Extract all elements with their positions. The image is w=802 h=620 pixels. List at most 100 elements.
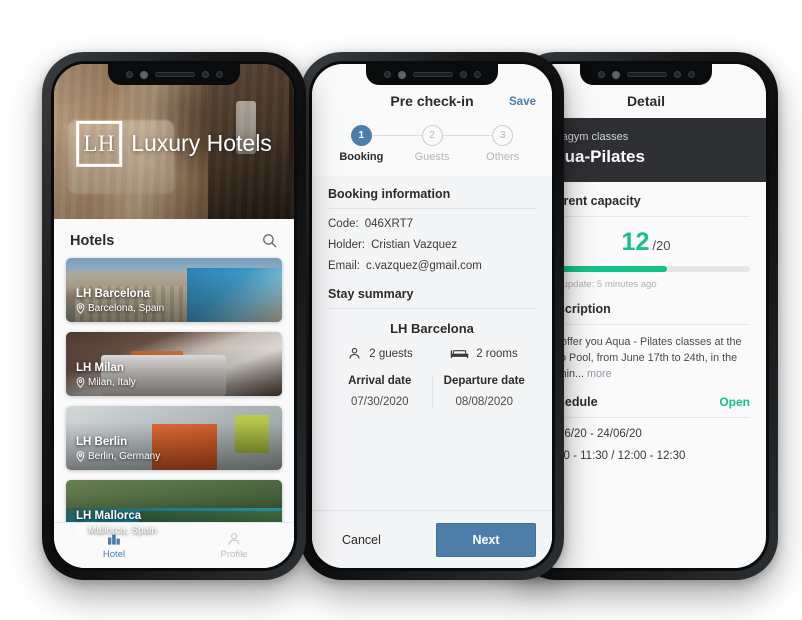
stay-summary-section: Stay summary LH Barcelona 2 guests 2 roo… bbox=[312, 272, 552, 408]
tab-label: Hotel bbox=[102, 549, 126, 560]
person-icon bbox=[228, 533, 240, 545]
stay-rooms: 2 rooms bbox=[432, 346, 536, 361]
step-label: Booking bbox=[339, 151, 384, 163]
activity-name: Aqua-Pilates bbox=[542, 147, 645, 166]
phone2-bezel: Pre check-in Save 1 Booking 2 Guests 3 O… bbox=[309, 61, 555, 571]
booking-information-section: Booking information Code: 046XRT7 Holder… bbox=[312, 176, 552, 272]
proximity-sensor-icon bbox=[201, 71, 209, 78]
brand-name: Luxury Hotels bbox=[131, 129, 272, 156]
brand-logo: LH Luxury Hotels bbox=[76, 120, 272, 167]
proximity-sensor-icon bbox=[673, 71, 681, 78]
front-camera-icon bbox=[397, 70, 406, 79]
cancel-button[interactable]: Cancel bbox=[328, 526, 395, 554]
list-item[interactable]: LH Berlin Berlin, Germany bbox=[66, 406, 282, 470]
step-booking[interactable]: 1 Booking bbox=[326, 125, 432, 163]
tab-profile[interactable]: Profile bbox=[174, 531, 294, 560]
description-section-title: Description bbox=[542, 302, 750, 325]
phone1-bezel: LH Luxury Hotels Hotels LH Barcelona Bar… bbox=[51, 61, 297, 571]
tab-label: Profile bbox=[220, 549, 248, 560]
hotel-location-row: Barcelona, Spain bbox=[76, 302, 164, 315]
booking-field-email: Email: c.vazquez@gmail.com bbox=[328, 251, 536, 272]
camera-sensor-icon bbox=[383, 71, 391, 78]
hotel-location: Mallorca, Spain bbox=[88, 525, 157, 536]
field-value: Cristian Vazquez bbox=[371, 239, 458, 251]
step-guests[interactable]: 2 Guests bbox=[397, 125, 503, 163]
search-icon[interactable] bbox=[261, 232, 278, 249]
field-value: 046XRT7 bbox=[364, 218, 414, 230]
phone3-notch bbox=[580, 64, 712, 85]
hotel-location: Barcelona, Spain bbox=[88, 303, 165, 314]
capacity-progress-bar bbox=[542, 266, 750, 272]
schedule-dates: 17/06/20 - 24/06/20 bbox=[542, 427, 642, 440]
phone1-screen: LH Luxury Hotels Hotels LH Barcelona Bar… bbox=[54, 64, 294, 568]
location-pin-icon bbox=[76, 525, 85, 536]
light-sensor-icon bbox=[473, 71, 481, 78]
earpiece-speaker-icon bbox=[626, 72, 667, 77]
mockup-stage: Detail Aquagym classes Aqua-Pilates Curr… bbox=[0, 0, 802, 620]
hotels-title: Hotels bbox=[70, 232, 115, 249]
list-item[interactable]: LH Barcelona Barcelona, Spain bbox=[66, 258, 282, 322]
page-title: Detail bbox=[626, 93, 666, 109]
capacity-section-title: Current capacity bbox=[542, 194, 750, 217]
departure-date-value: 08/08/2020 bbox=[455, 396, 514, 408]
capacity-total: /20 bbox=[652, 238, 671, 253]
capacity-readout: 12/20 bbox=[542, 228, 750, 257]
hotel-meta: LH Barcelona Barcelona, Spain bbox=[76, 287, 164, 315]
earpiece-speaker-icon bbox=[154, 72, 195, 77]
phone-mockup-hotels: LH Luxury Hotels Hotels LH Barcelona Bar… bbox=[42, 52, 306, 580]
hotel-meta: LH Berlin Berlin, Germany bbox=[76, 435, 160, 463]
stay-section-title: Stay summary bbox=[328, 287, 536, 309]
location-pin-icon bbox=[76, 303, 85, 314]
hotel-meta: LH Milan Milan, Italy bbox=[76, 361, 136, 389]
stay-guests-label: 2 guests bbox=[369, 347, 413, 360]
front-camera-icon bbox=[611, 70, 620, 79]
step-number: 1 bbox=[350, 125, 372, 146]
checkin-stepper: 1 Booking 2 Guests 3 Others bbox=[312, 118, 552, 176]
camera-sensor-icon bbox=[125, 71, 133, 78]
save-button[interactable]: Save bbox=[509, 96, 536, 108]
field-key: Holder: bbox=[328, 239, 366, 251]
hotels-list-header: Hotels bbox=[54, 219, 294, 258]
camera-sensor-icon bbox=[597, 71, 605, 78]
hotel-location: Milan, Italy bbox=[88, 377, 136, 388]
bed-icon bbox=[450, 350, 469, 359]
capacity-last-update: Last update: 5 minutes ago bbox=[542, 279, 657, 290]
phone1-notch bbox=[108, 64, 240, 85]
field-key: Code: bbox=[328, 218, 359, 230]
step-number: 3 bbox=[492, 125, 514, 146]
hotel-name: LH Barcelona bbox=[76, 288, 151, 301]
step-label: Others bbox=[486, 151, 520, 163]
description-text-wrap: We offer you Aqua - Pilates classes at t… bbox=[542, 334, 750, 383]
brand-mark: LH bbox=[76, 120, 123, 167]
list-item[interactable]: LH Milan Milan, Italy bbox=[66, 332, 282, 396]
schedule-header: Schedule Open bbox=[542, 395, 750, 418]
hotel-location-row: Mallorca, Spain bbox=[76, 524, 157, 537]
phone-mockup-precheckin: Pre check-in Save 1 Booking 2 Guests 3 O… bbox=[300, 52, 564, 580]
location-pin-icon bbox=[76, 451, 85, 462]
step-others[interactable]: 3 Others bbox=[467, 125, 538, 163]
phone2-notch bbox=[366, 64, 498, 85]
hotel-meta: LH Mallorca Mallorca, Spain bbox=[76, 509, 157, 537]
arrival-date-cell: Arrival date 07/30/2020 bbox=[328, 375, 432, 408]
next-button[interactable]: Next bbox=[436, 522, 536, 557]
hotels-list: LH Barcelona Barcelona, Spain LH Milan M… bbox=[54, 258, 294, 558]
field-key: Email: bbox=[328, 260, 360, 272]
departure-date-cell: Departure date 08/08/2020 bbox=[431, 375, 537, 408]
step-number: 2 bbox=[421, 125, 443, 146]
hotel-name: LH Mallorca bbox=[76, 510, 142, 523]
phone2-footer: Cancel Next bbox=[312, 510, 552, 568]
departure-date-label: Departure date bbox=[443, 375, 525, 387]
phone2-screen: Pre check-in Save 1 Booking 2 Guests 3 O… bbox=[312, 64, 552, 568]
arrival-date-value: 07/30/2020 bbox=[350, 396, 409, 408]
capacity-current: 12 bbox=[621, 228, 650, 256]
location-pin-icon bbox=[76, 377, 85, 388]
description-text: We offer you Aqua - Pilates classes at t… bbox=[542, 336, 742, 380]
schedule-status-badge: Open bbox=[719, 394, 750, 409]
hotel-name: LH Berlin bbox=[76, 436, 128, 449]
description-more-link[interactable]: more bbox=[587, 368, 612, 380]
stay-rooms-label: 2 rooms bbox=[476, 347, 518, 360]
booking-field-code: Code: 046XRT7 bbox=[328, 209, 536, 230]
front-camera-icon bbox=[139, 70, 148, 79]
stay-hotel-name: LH Barcelona bbox=[390, 321, 474, 336]
guests-icon bbox=[349, 347, 360, 359]
